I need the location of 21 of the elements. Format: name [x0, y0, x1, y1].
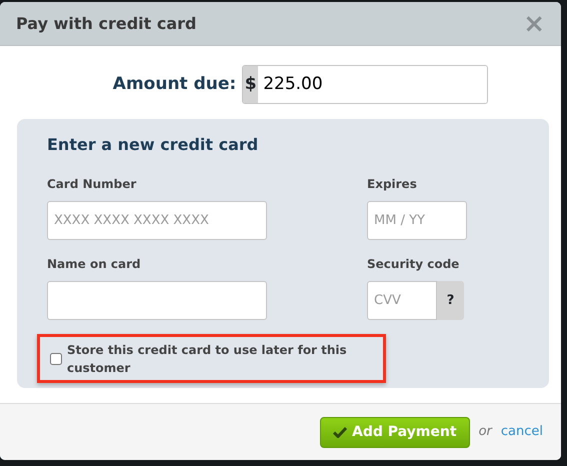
- card-number-field[interactable]: XXXX XXXX XXXX XXXX: [47, 201, 267, 240]
- amount-label: Amount due:: [112, 72, 236, 96]
- or-text: or: [478, 423, 492, 442]
- field-label: Card Number: [47, 176, 138, 193]
- close-button[interactable]: ×: [523, 10, 545, 36]
- form-title: Enter a new credit card: [47, 134, 260, 156]
- field-label: Expires: [367, 176, 418, 193]
- field-label: Name on card: [47, 256, 142, 273]
- cvv-field[interactable]: CVV: [367, 281, 437, 320]
- currency-addon: $: [243, 66, 258, 103]
- cancel-link[interactable]: cancel: [500, 422, 543, 442]
- add-payment-button[interactable]: Add Payment: [320, 416, 470, 448]
- amount-field[interactable]: $ 225.00: [242, 65, 488, 104]
- field-label: Security code: [367, 256, 460, 273]
- check-icon: [333, 426, 348, 438]
- name-field[interactable]: [47, 281, 267, 320]
- checkbox-label: Store this credit card to use later for this customer: [67, 342, 348, 376]
- store-card-checkbox[interactable]: [50, 352, 62, 364]
- help-button[interactable]: ?: [437, 281, 464, 320]
- dialog-title: Pay with credit card: [16, 12, 196, 34]
- expires-field[interactable]: MM / YY: [367, 201, 467, 240]
